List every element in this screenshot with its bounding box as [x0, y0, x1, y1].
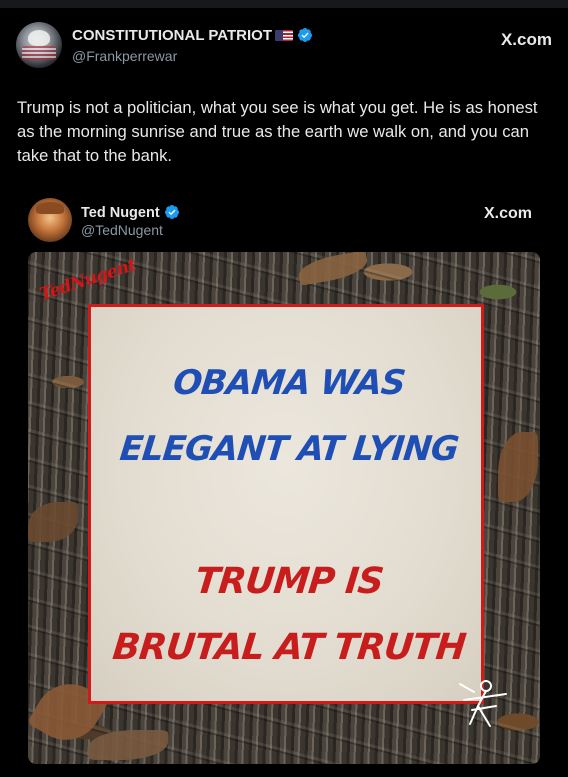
meme-line-4: BRUTAL AT TRUTH — [110, 627, 468, 668]
quoted-author-handle[interactable]: @TedNugent — [81, 222, 163, 238]
meme-sign: OBAMA WAS ELEGANT AT LYING TRUMP IS BRUT… — [88, 304, 484, 704]
signature-icon — [459, 680, 507, 727]
quoted-author-name-text: Ted Nugent — [81, 205, 160, 221]
x-logo[interactable]: X.com — [501, 30, 552, 50]
meme-line-1: OBAMA WAS — [171, 363, 407, 403]
meme-line-3: TRUMP IS — [193, 561, 385, 602]
meme-line-2: ELEGANT AT LYING — [117, 429, 461, 469]
post-header: CONSTITUTIONAL PATRIOT @Frankperrewar X.… — [16, 20, 552, 68]
author-name-text: CONSTITUTIONAL PATRIOT — [72, 27, 272, 44]
top-edge — [0, 0, 568, 8]
author-name[interactable]: CONSTITUTIONAL PATRIOT — [72, 27, 313, 44]
x-logo[interactable]: X.com — [484, 205, 532, 223]
verified-badge-icon — [297, 28, 312, 42]
quoted-avatar[interactable] — [28, 198, 72, 242]
avatar[interactable] — [16, 22, 62, 68]
author-handle[interactable]: @Frankperrewar — [72, 48, 177, 64]
verified-badge-icon — [164, 205, 179, 219]
quoted-author-name[interactable]: Ted Nugent — [81, 204, 180, 221]
post-text: Trump is not a politician, what you see … — [17, 98, 538, 165]
quoted-post[interactable]: Ted Nugent @TedNugent X.com TedNugent OB… — [28, 196, 540, 764]
quoted-image[interactable]: TedNugent OBAMA WAS ELEGANT AT LYING TRU… — [28, 252, 540, 764]
us-flag-emoji-icon — [275, 30, 293, 41]
